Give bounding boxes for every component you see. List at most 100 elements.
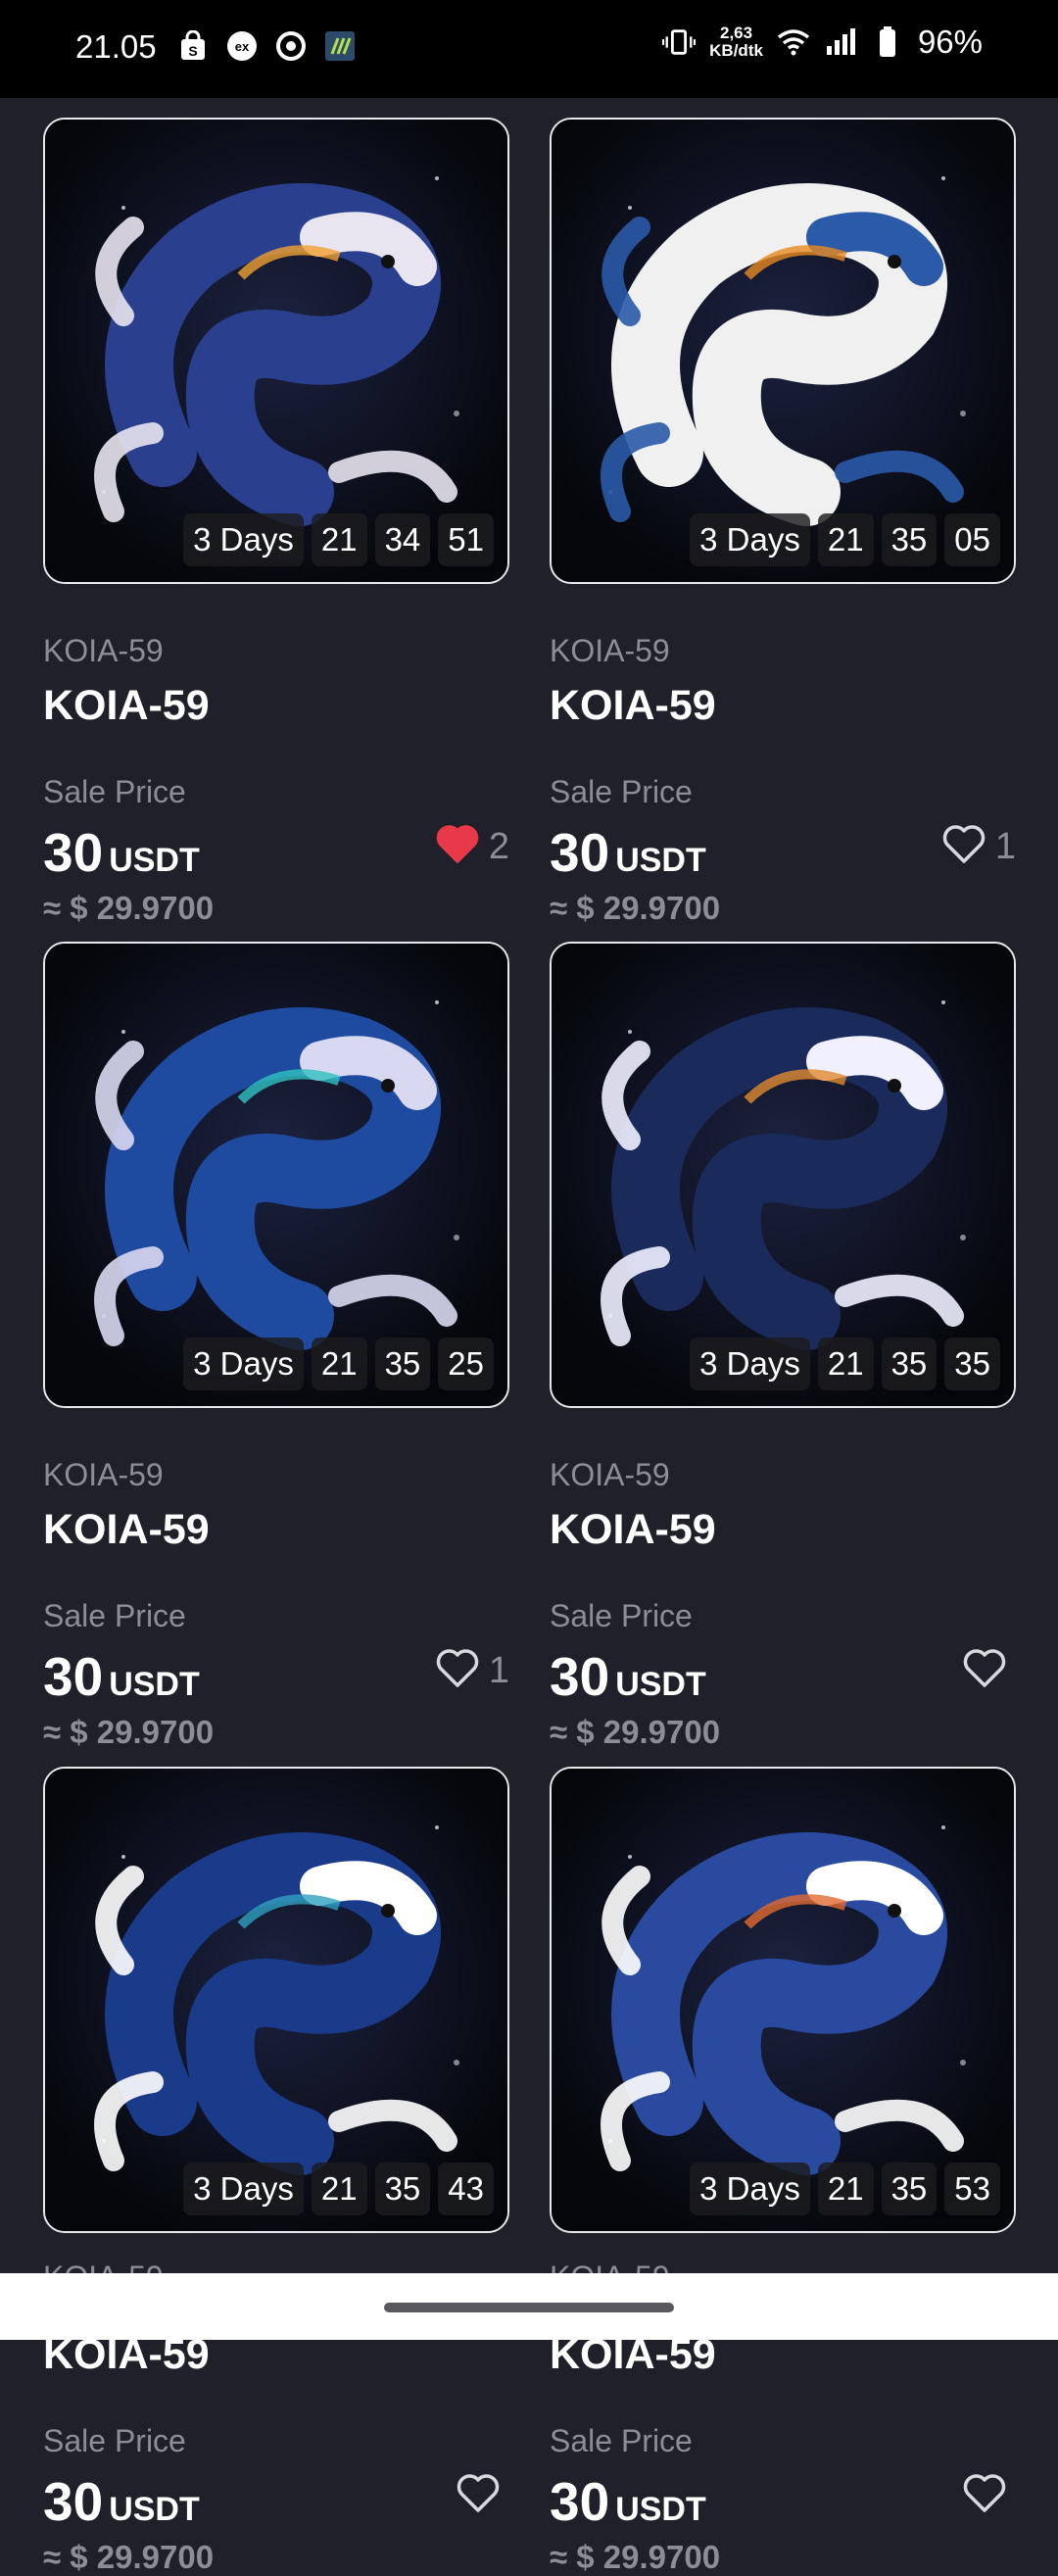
usd-equivalent: ≈ $ 29.9700 [43,1714,215,1750]
timer-seconds: 43 [438,2163,494,2215]
price: 30 USDT [550,1645,706,1708]
timer-hours: 21 [311,513,367,566]
timer-hours: 21 [311,2163,367,2215]
nft-title: KOIA-59 [43,1506,210,1553]
timer-days: 3 Days [690,2163,810,2215]
timer-days: 3 Days [690,513,810,566]
price-currency: USDT [109,2491,200,2528]
heart-icon [942,825,986,869]
like-button[interactable] [963,2474,1016,2518]
like-count: 1 [488,1650,509,1691]
timer-seconds: 35 [944,1337,1000,1390]
price-currency: USDT [615,842,706,879]
timer-minutes: 35 [881,2163,938,2215]
nft-title: KOIA-59 [43,682,210,729]
timer-days: 3 Days [183,2163,304,2215]
like-button[interactable]: 1 [436,1649,509,1693]
usd-equivalent: ≈ $ 29.9700 [550,2539,721,2575]
timer-days: 3 Days [183,1337,304,1390]
price: 30 USDT [550,821,706,884]
countdown-timer: 3 Days 21 35 53 [690,2163,1000,2215]
battery-icon [871,25,904,59]
collection-name: KOIA-59 [43,633,164,668]
collection-name: KOIA-59 [43,1457,164,1492]
timer-seconds: 51 [438,513,494,566]
collection-name: KOIA-59 [550,633,670,668]
nft-image[interactable]: 3 Days 21 35 25 [43,942,509,1408]
svg-text:S: S [188,43,197,59]
like-button[interactable]: 2 [436,825,509,869]
exchange-app-icon: ex [225,29,259,63]
sale-price-label: Sale Price [550,1598,693,1633]
timer-hours: 21 [817,1337,874,1390]
countdown-timer: 3 Days 21 35 05 [690,513,1000,566]
timer-minutes: 35 [881,1337,938,1390]
like-button[interactable] [963,1649,1016,1693]
shopping-bag-icon: S [176,29,210,63]
price: 30 USDT [43,2470,200,2533]
nft-image[interactable]: 3 Days 21 35 53 [550,1767,1016,2233]
timer-hours: 21 [817,513,874,566]
timer-days: 3 Days [183,513,304,566]
timer-minutes: 35 [374,2163,431,2215]
svg-text:ex: ex [235,39,250,54]
like-button[interactable] [457,2474,509,2518]
wifi-icon [777,25,810,59]
timer-minutes: 34 [374,513,431,566]
sale-price-label: Sale Price [43,774,186,809]
nft-image[interactable]: 3 Days 21 35 05 [550,118,1016,584]
usd-equivalent: ≈ $ 29.9700 [550,1714,721,1750]
heart-icon [963,2474,1006,2518]
sale-price-label: Sale Price [550,774,693,809]
like-count: 1 [994,826,1016,867]
timer-hours: 21 [311,1337,367,1390]
timer-minutes: 35 [881,513,938,566]
timer-seconds: 53 [944,2163,1000,2215]
status-time: 21.05 [75,28,157,65]
price-amount: 30 [43,822,104,883]
target-app-icon [274,29,308,63]
timer-seconds: 05 [944,513,1000,566]
price: 30 USDT [43,821,200,884]
price: 30 USDT [43,1645,200,1708]
price-amount: 30 [43,2471,104,2532]
nft-image[interactable]: 3 Days 21 35 43 [43,1767,509,2233]
price-currency: USDT [109,1666,200,1703]
wallet-app-icon [323,29,357,63]
heart-icon [436,825,479,869]
timer-minutes: 35 [374,1337,431,1390]
price-amount: 30 [550,2471,610,2532]
sale-price-label: Sale Price [550,2423,693,2458]
nft-image[interactable]: 3 Days 21 35 35 [550,942,1016,1408]
countdown-timer: 3 Days 21 35 35 [690,1337,1000,1390]
heart-icon [963,1649,1006,1693]
price-currency: USDT [109,842,200,879]
network-speed: 2,63 KB/dtk [709,24,763,60]
timer-hours: 21 [817,2163,874,2215]
signal-icon [824,25,857,59]
usd-equivalent: ≈ $ 29.9700 [43,890,215,926]
timer-seconds: 25 [438,1337,494,1390]
usd-equivalent: ≈ $ 29.9700 [43,2539,215,2575]
nft-image[interactable]: 3 Days 21 34 51 [43,118,509,584]
usd-equivalent: ≈ $ 29.9700 [550,890,721,926]
price-currency: USDT [615,1666,706,1703]
vibrate-icon [662,25,697,59]
like-button[interactable]: 1 [942,825,1016,869]
home-gesture-handle[interactable] [384,2303,674,2312]
heart-icon [457,2474,500,2518]
sale-price-label: Sale Price [43,2423,186,2458]
countdown-timer: 3 Days 21 34 51 [183,513,494,566]
sale-price-label: Sale Price [43,1598,186,1633]
nft-title: KOIA-59 [550,682,716,729]
collection-name: KOIA-59 [550,1457,670,1492]
gesture-navigation-bar [0,2273,1058,2340]
price-currency: USDT [615,2491,706,2528]
price-amount: 30 [43,1646,104,1707]
battery-percent: 96% [917,24,983,60]
price-amount: 30 [550,822,610,883]
heart-icon [436,1649,479,1693]
like-count: 2 [488,826,509,867]
countdown-timer: 3 Days 21 35 25 [183,1337,494,1390]
nft-title: KOIA-59 [550,1506,716,1553]
